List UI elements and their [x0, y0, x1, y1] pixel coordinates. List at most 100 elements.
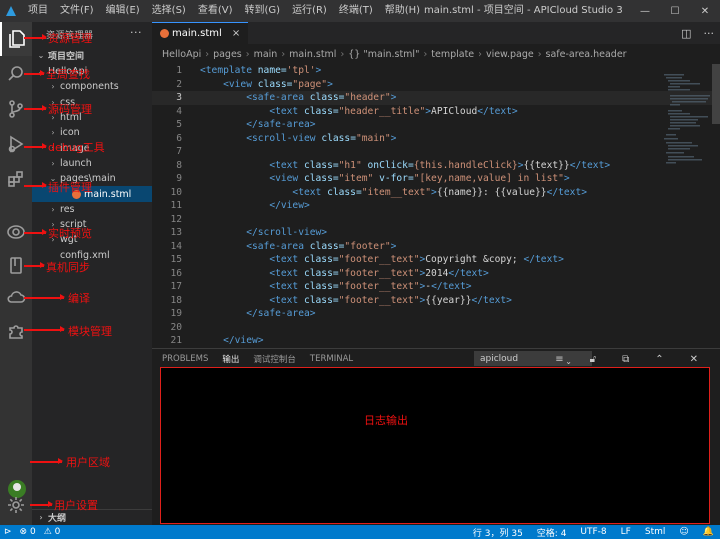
cursor-position[interactable]: 行 3，列 35 [473, 526, 523, 539]
code-line[interactable]: 16 <text class= "footer__text" >2014 </text… [152, 267, 720, 281]
minimap[interactable] [662, 72, 712, 272]
code-line[interactable]: 17 <text class= "footer__text" > - </text> [152, 280, 720, 294]
log-output-area[interactable] [160, 367, 710, 524]
tab-main-stml[interactable]: main.stml × [152, 22, 249, 44]
menu-selection[interactable]: 选择(S) [146, 0, 192, 22]
code-token: <text [269, 254, 304, 266]
stml-file-icon [160, 29, 169, 38]
code-line[interactable]: 1 <template name='tpl' > [152, 64, 720, 78]
code-token: "item" [338, 173, 380, 185]
code-line[interactable]: 21 </view> [152, 334, 720, 348]
code-line[interactable]: 9 <view class= "item" v-for= "[key,name,va… [152, 172, 720, 186]
code-line[interactable]: 13 </scroll-view> [152, 226, 720, 240]
code-line[interactable]: 2 <view class= "page" > [152, 78, 720, 92]
code-line[interactable]: 10 <text class= "item__text" > {{name}}: {{… [152, 186, 720, 200]
breadcrumb-item[interactable]: main.stml [289, 49, 336, 60]
breadcrumb-item[interactable]: pages [213, 49, 242, 60]
explorer-icon[interactable] [0, 22, 32, 56]
tree-item-label: res [60, 203, 75, 215]
code-token: "footer__text" [338, 267, 420, 279]
errors-count[interactable]: ⊗ 0 [20, 527, 36, 537]
breadcrumb-item[interactable]: view.page [486, 49, 534, 60]
tree-item[interactable]: › launch [32, 156, 152, 171]
workspace-section[interactable]: ⌄ 项目空间 [32, 46, 152, 64]
status-right: 行 3，列 35 空格: 4 UTF-8 LF Stml ☺ 🔔 [473, 525, 714, 539]
debug-icon[interactable] [0, 127, 32, 161]
code-token: class= [327, 186, 362, 198]
maximize-button[interactable]: ☐ [660, 0, 690, 22]
code-line[interactable]: 6 <scroll-view class= "main" > [152, 132, 720, 146]
code-line[interactable]: 5 </safe-area> [152, 118, 720, 132]
feedback-icon[interactable]: ☺ [679, 527, 688, 537]
breadcrumb-item[interactable]: main [254, 49, 278, 60]
menu-terminal[interactable]: 终端(T) [333, 0, 379, 22]
line-number: 1 [176, 65, 182, 77]
code-line[interactable]: 15 <text class= "footer__text" > Copyright … [152, 253, 720, 267]
code-line[interactable]: 8 <text class= "h1" onClick= {this.handleC… [152, 159, 720, 173]
code-line[interactable]: 7 [152, 145, 720, 159]
code-line[interactable]: 12 [152, 213, 720, 227]
code-line[interactable]: 20 [152, 321, 720, 335]
more-editor-actions-icon[interactable]: ··· [704, 27, 715, 40]
breadcrumb-item[interactable]: HelloApi [162, 49, 201, 60]
open-log-icon[interactable]: ⧉ [622, 349, 629, 369]
end-of-line[interactable]: LF [621, 527, 631, 537]
menu-run[interactable]: 运行(R) [286, 0, 333, 22]
close-tab-icon[interactable]: × [232, 28, 240, 39]
annotation-arrow [24, 105, 47, 111]
remote-icon[interactable]: ⊳ [4, 527, 12, 537]
minimize-button[interactable]: — [630, 0, 660, 22]
code-token: class= [303, 173, 339, 185]
maximize-panel-icon[interactable]: ⌃ [655, 349, 663, 369]
code-line[interactable]: 18 <text class= "footer__text" > {{year}} </… [152, 294, 720, 308]
close-panel-icon[interactable]: ✕ [690, 349, 698, 369]
menu-view[interactable]: 查看(V) [192, 0, 239, 22]
breadcrumb-item[interactable]: template [431, 49, 474, 60]
code-line[interactable]: 19 </safe-area> [152, 307, 720, 321]
language-mode[interactable]: Stml [645, 527, 666, 537]
code-line[interactable]: 11 </view> [152, 199, 720, 213]
menu-edit[interactable]: 编辑(E) [100, 0, 146, 22]
module-puzzle-icon[interactable] [0, 314, 32, 348]
editor-scrollbar[interactable] [712, 64, 720, 124]
extensions-icon[interactable] [0, 162, 32, 196]
code-token: name= [257, 65, 287, 77]
menu-help[interactable]: 帮助(H) [379, 0, 426, 22]
indentation[interactable]: 空格: 4 [537, 526, 567, 539]
warnings-count[interactable]: ⚠ 0 [44, 527, 61, 537]
more-actions-button[interactable]: ··· [130, 26, 142, 39]
gear-icon[interactable] [0, 488, 32, 522]
code-token: class= [321, 132, 356, 144]
menu-go[interactable]: 转到(G) [239, 0, 287, 22]
code-token: <text [269, 267, 304, 279]
tab-terminal[interactable]: TERMINAL [310, 349, 353, 369]
encoding[interactable]: UTF-8 [580, 527, 606, 537]
breadcrumb-item[interactable]: {} "main.stml" [348, 49, 419, 60]
code-token: </text> [569, 159, 611, 171]
menu-bar: 项目 文件(F) 编辑(E) 选择(S) 查看(V) 转到(G) 运行(R) 终… [22, 0, 426, 22]
tab-output[interactable]: 输出 [222, 349, 240, 369]
menu-file[interactable]: 文件(F) [54, 0, 100, 22]
code-line[interactable]: 3 <safe-area class= "header" > [152, 91, 720, 105]
breadcrumb-item[interactable]: safe-area.header [546, 49, 627, 60]
close-window-button[interactable]: ✕ [690, 0, 720, 22]
lock-scroll-icon[interactable]: 🔓︎ [590, 349, 596, 369]
code-line[interactable]: 14 <safe-area class= "footer" > [152, 240, 720, 254]
tab-problems[interactable]: PROBLEMS [162, 349, 208, 369]
split-editor-icon[interactable]: ◫ [681, 27, 691, 40]
tab-debug-console[interactable]: 调试控制台 [253, 349, 296, 369]
clear-output-icon[interactable]: ≡ [555, 349, 563, 369]
bell-icon[interactable]: 🔔 [703, 527, 714, 537]
line-number: 21 [170, 335, 182, 347]
code-editor[interactable]: 1 <template name='tpl' >2 <view class= "pag… [152, 64, 720, 348]
code-token: </text> [546, 186, 588, 198]
code-line[interactable]: 4 <text class= "header__title" > APICloud </… [152, 105, 720, 119]
tree-item[interactable]: › res [32, 202, 152, 217]
menu-project[interactable]: 项目 [22, 0, 54, 22]
